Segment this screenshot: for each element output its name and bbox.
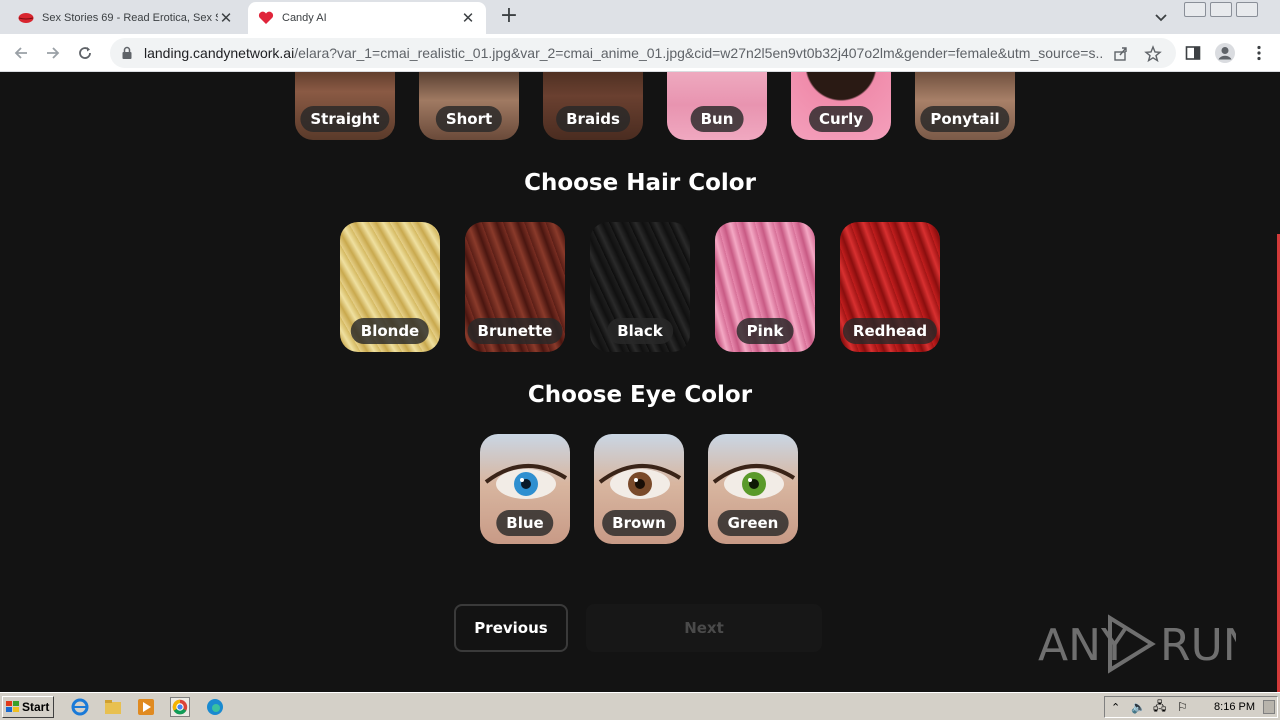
close-tab-icon[interactable]: ✕ — [218, 10, 234, 27]
edge-icon[interactable] — [205, 697, 225, 717]
hair-style-bun[interactable]: Bun — [667, 72, 767, 140]
internet-explorer-icon[interactable] — [70, 697, 90, 717]
hair-color-pink[interactable]: Pink — [715, 222, 815, 352]
restore-button[interactable] — [1210, 2, 1232, 17]
new-tab-button[interactable]: + — [498, 5, 520, 28]
anyrun-logo: ANY RUN — [1038, 614, 1236, 674]
hair-style-short[interactable]: Short — [419, 72, 519, 140]
tab-title: Sex Stories 69 - Read Erotica, Sex St — [42, 12, 218, 24]
option-label: Pink — [736, 318, 794, 344]
page-content: Straight Short Braids Bun Curly Ponytail… — [0, 72, 1280, 692]
chrome-icon[interactable] — [170, 697, 190, 717]
share-icon[interactable] — [1112, 45, 1130, 63]
clock: 8:16 PM — [1214, 701, 1255, 713]
windows-taskbar: Start ⌃ 🔈 🖧 ⚐ 8:16 PM — [0, 692, 1280, 720]
tab-candy-ai[interactable]: Candy AI ✕ — [248, 2, 486, 34]
hair-style-curly[interactable]: Curly — [791, 72, 891, 140]
hair-color-redhead[interactable]: Redhead — [840, 222, 940, 352]
hair-color-brunette[interactable]: Brunette — [465, 222, 565, 352]
hair-style-braids[interactable]: Braids — [543, 72, 643, 140]
start-button[interactable]: Start — [2, 696, 54, 718]
minimize-button[interactable] — [1184, 2, 1206, 17]
start-label: Start — [22, 700, 50, 714]
browser-toolbar: landing.candynetwork.ai/elara?var_1=cmai… — [0, 34, 1280, 72]
file-explorer-icon[interactable] — [103, 697, 123, 717]
browser-tab-bar: Sex Stories 69 - Read Erotica, Sex St ✕ … — [0, 0, 1280, 34]
hair-color-blonde[interactable]: Blonde — [340, 222, 440, 352]
option-label: Redhead — [842, 318, 938, 344]
url-path: /elara?var_1=cmai_realistic_01.jpg&var_2… — [294, 45, 1104, 61]
network-icon[interactable]: 🖧 — [1153, 697, 1166, 718]
svg-text:ANY: ANY — [1038, 620, 1128, 671]
forward-icon[interactable] — [42, 42, 64, 64]
option-label: Brunette — [467, 318, 563, 344]
tab-title: Candy AI — [282, 12, 327, 24]
flag-icon[interactable]: ⚐ — [1177, 700, 1188, 714]
system-tray: ⌃ 🔈 🖧 ⚐ 8:16 PM — [1104, 696, 1278, 718]
next-button[interactable]: Next — [586, 604, 822, 652]
option-label: Blonde — [350, 318, 430, 344]
back-icon[interactable] — [10, 42, 32, 64]
bookmark-star-icon[interactable] — [1144, 45, 1162, 63]
media-player-icon[interactable] — [136, 697, 156, 717]
hair-color-heading: Choose Hair Color — [524, 170, 756, 196]
hair-style-ponytail[interactable]: Ponytail — [915, 72, 1015, 140]
lips-icon — [18, 10, 34, 26]
option-label: Straight — [300, 106, 390, 132]
eye-color-brown[interactable]: Brown — [594, 434, 684, 544]
svg-text:RUN: RUN — [1160, 620, 1236, 671]
eye-color-green[interactable]: Green — [708, 434, 798, 544]
hair-color-black[interactable]: Black — [590, 222, 690, 352]
close-window-button[interactable] — [1236, 2, 1258, 17]
anyrun-watermark: ANY RUN — [1036, 608, 1236, 678]
option-label: Green — [717, 510, 789, 536]
tab-sex-stories[interactable]: Sex Stories 69 - Read Erotica, Sex St ✕ — [8, 2, 244, 34]
eye-color-blue[interactable]: Blue — [480, 434, 570, 544]
option-label: Short — [435, 106, 503, 132]
url-host: landing.candynetwork.ai — [144, 45, 295, 61]
option-label: Ponytail — [920, 106, 1010, 132]
side-panel-icon[interactable] — [1184, 44, 1202, 62]
address-bar[interactable]: landing.candynetwork.ai/elara?var_1=cmai… — [110, 38, 1176, 68]
eye-color-heading: Choose Eye Color — [527, 382, 753, 408]
reload-icon[interactable] — [74, 42, 96, 64]
tray-expand-icon[interactable]: ⌃ — [1111, 701, 1120, 714]
menu-kebab-icon[interactable] — [1250, 44, 1268, 62]
windows-logo-icon — [6, 701, 19, 712]
volume-icon[interactable]: 🔈 — [1131, 700, 1146, 714]
chevron-down-icon[interactable] — [1152, 8, 1170, 26]
heart-icon — [258, 10, 274, 26]
previous-button[interactable]: Previous — [454, 604, 568, 652]
show-desktop-button[interactable] — [1263, 700, 1275, 714]
option-label: Bun — [690, 106, 744, 132]
hair-style-straight[interactable]: Straight — [295, 72, 395, 140]
option-label: Braids — [556, 106, 630, 132]
option-label: Blue — [496, 510, 554, 536]
profile-avatar-icon[interactable] — [1214, 42, 1236, 64]
close-tab-icon[interactable]: ✕ — [460, 10, 476, 27]
lock-icon — [122, 46, 132, 59]
option-label: Brown — [602, 510, 676, 536]
url-text: landing.candynetwork.ai/elara?var_1=cmai… — [144, 45, 1104, 61]
option-label: Curly — [808, 106, 874, 132]
option-label: Black — [607, 318, 673, 344]
